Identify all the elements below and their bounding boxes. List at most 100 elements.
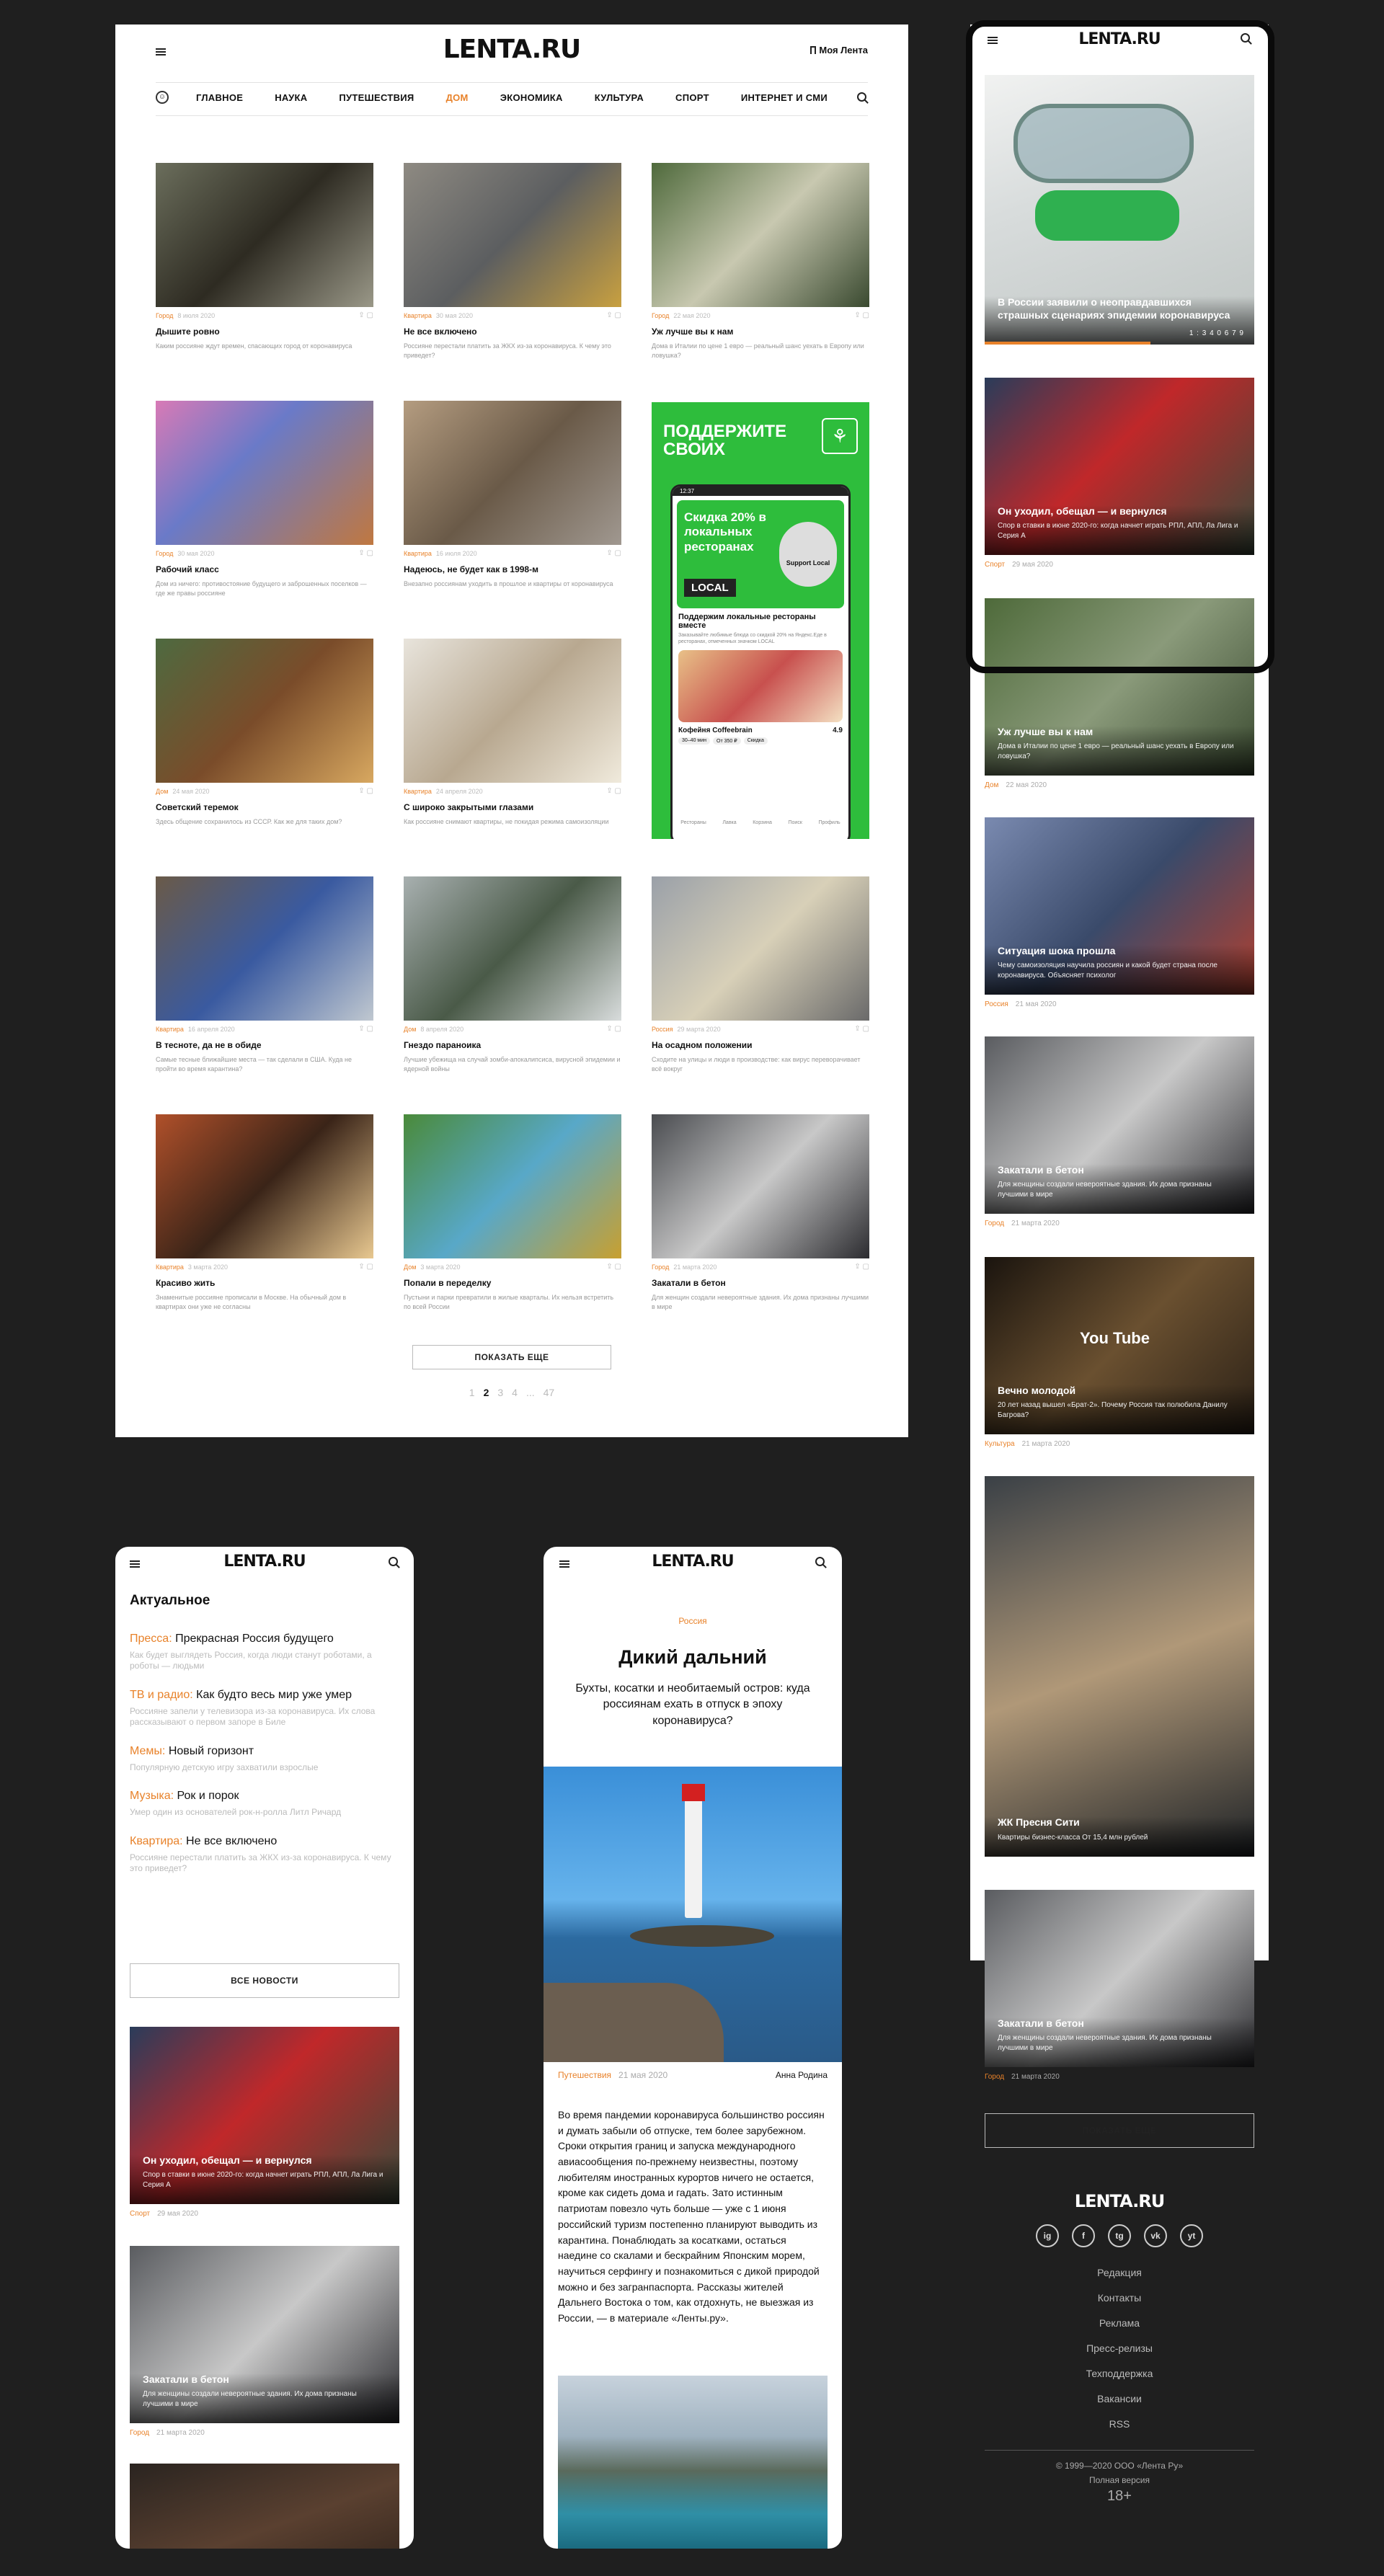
card-rubric[interactable]: Город [156,312,173,319]
yt-icon[interactable]: yt [1180,2224,1203,2247]
card-title[interactable]: Не все включено [404,327,621,337]
share-bookmark-icon[interactable]: ⇪ ▢ [606,1025,621,1033]
card-rubric[interactable]: Город [652,1263,669,1271]
card-image[interactable] [130,2464,399,2549]
card-rubric[interactable]: Город [652,312,669,319]
app-tab[interactable]: Рестораны [680,820,706,825]
card-title[interactable]: Рабочий класс [156,564,373,574]
topic-title[interactable]: Рок и порок [177,1790,239,1802]
article-card[interactable]: Дом 8 апреля 2020 ⇪ ▢ Гнездо параноика Лучши… [404,876,621,1073]
show-more-button[interactable]: ПОКАЗАТЬ ЕЩЕ [412,1345,611,1369]
app-tab[interactable]: Корзина [753,820,772,825]
card-rubric[interactable]: Квартира [156,1026,184,1033]
card-rubric[interactable]: Квартира [404,788,432,795]
share-bookmark-icon[interactable]: ⇪ ▢ [854,1263,869,1271]
topic-item[interactable]: ТВ и радио: Как будто весь мир уже умер Р… [130,1688,399,1728]
topic-title[interactable]: Как будто весь мир уже умер [196,1689,352,1701]
share-bookmark-icon[interactable]: ⇪ ▢ [358,549,373,557]
card-title[interactable]: Закатали в бетон [652,1278,869,1288]
card-title[interactable]: С широко закрытыми глазами [404,802,621,812]
nav-item[interactable]: ГЛАВНОЕ [196,92,243,103]
card-rubric[interactable]: Дом [404,1026,416,1033]
card-rubric[interactable]: Квартира [404,550,432,557]
all-news-button[interactable]: ВСЕ НОВОСТИ [130,1963,399,1998]
feed-card[interactable]: You Tube Вечно молодой 20 лет назад вышел … [985,1257,1254,1448]
card-rubric[interactable]: Культура [985,1440,1015,1448]
footer-logo[interactable]: LENTA.RU [970,2191,1269,2211]
full-version-link[interactable]: Полная версия [970,2475,1269,2485]
page-link[interactable]: 1 [469,1387,475,1398]
card-rubric[interactable]: Город [985,2073,1004,2081]
article-card[interactable]: Город 30 мая 2020 ⇪ ▢ Рабочий класс Дом из н… [156,401,373,598]
card-rubric[interactable]: Квартира [156,1263,184,1271]
share-bookmark-icon[interactable]: ⇪ ▢ [606,311,621,319]
share-bookmark-icon[interactable]: ⇪ ▢ [854,1025,869,1033]
meta-rubric[interactable]: Путешествия [558,2070,611,2080]
article-card[interactable]: Дом 3 марта 2020 ⇪ ▢ Попали в переделку Пуст… [404,1114,621,1311]
share-bookmark-icon[interactable]: ⇪ ▢ [358,1025,373,1033]
topic-title[interactable]: Прекрасная Россия будущего [175,1633,334,1645]
card-title[interactable]: Попали в переделку [404,1278,621,1288]
page-link[interactable]: 47 [544,1387,555,1398]
article-card[interactable]: Квартира 16 апреля 2020 ⇪ ▢ В тесноте, да н… [156,876,373,1073]
news-card[interactable]: Закатали в бетон Для женщины создали неве… [130,2246,399,2437]
article-card[interactable]: Квартира 3 марта 2020 ⇪ ▢ Красиво жить Знаме… [156,1114,373,1311]
card-title[interactable]: Советский теремок [156,802,373,812]
page-link[interactable]: 2 [484,1387,489,1398]
article-card[interactable]: Квартира 30 мая 2020 ⇪ ▢ Не все включено Рос… [404,163,621,360]
footer-link[interactable]: Техподдержка [970,2361,1269,2386]
topic-title[interactable]: Не все включено [186,1835,277,1847]
article-card[interactable]: Квартира 24 апреля 2020 ⇪ ▢ С широко закрыт… [404,639,621,827]
share-bookmark-icon[interactable]: ⇪ ▢ [854,311,869,319]
site-logo[interactable]: LENTA.RU [115,1553,414,1571]
share-bookmark-icon[interactable]: ⇪ ▢ [606,549,621,557]
article-author[interactable]: Анна Родина [776,2070,828,2080]
topic-rubric[interactable]: Квартира: [130,1835,183,1847]
topic-rubric[interactable]: Музыка: [130,1790,174,1802]
card-rubric[interactable]: Дом [985,781,998,789]
card-rubric[interactable]: Квартира [404,312,432,319]
footer-link[interactable]: RSS [970,2412,1269,2437]
f-icon[interactable]: f [1072,2224,1095,2247]
feed-card[interactable]: ЖК Пресня Сити Квартиры бизнес-класса От … [985,1476,1254,1857]
app-tab[interactable]: Профиль [818,820,840,825]
footer-link[interactable]: Вакансии [970,2386,1269,2412]
card-title[interactable]: Красиво жить [156,1278,373,1288]
topic-rubric[interactable]: Мемы: [130,1745,165,1757]
footer-link[interactable]: Пресс-релизы [970,2336,1269,2361]
share-bookmark-icon[interactable]: ⇪ ▢ [358,1263,373,1271]
my-lenta-link[interactable]: Моя Лента [810,45,868,55]
nav-item[interactable]: СПОРТ [675,92,709,103]
topic-item[interactable]: Музыка: Рок и порок Умер один из основате… [130,1789,399,1818]
search-icon[interactable] [857,92,866,105]
card-title[interactable]: Надеюсь, не будет как в 1998-м [404,564,621,574]
card-rubric[interactable]: Город [985,1220,1004,1227]
topic-item[interactable]: Мемы: Новый горизонт Популярную детскую и… [130,1744,399,1773]
nav-item[interactable]: НАУКА [275,92,307,103]
card-title[interactable]: Уж лучше вы к нам [652,327,869,337]
topic-rubric[interactable]: ТВ и радио: [130,1689,193,1701]
card-title[interactable]: В тесноте, да не в обиде [156,1040,373,1050]
ig-icon[interactable]: ig [1036,2224,1059,2247]
card-title[interactable]: Гнездо параноика [404,1040,621,1050]
nav-item[interactable]: ЭКОНОМИКА [500,92,563,103]
article-card[interactable]: Город 22 мая 2020 ⇪ ▢ Уж лучше вы к нам Дома… [652,163,869,360]
nav-item[interactable]: КУЛЬТУРА [595,92,644,103]
article-rubric[interactable]: Россия [544,1616,842,1626]
vk-icon[interactable]: vk [1144,2224,1167,2247]
share-bookmark-icon[interactable]: ⇪ ▢ [358,787,373,795]
card-rubric[interactable]: Дом [156,788,168,795]
app-tab[interactable]: Поиск [788,820,802,825]
page-link[interactable]: ... [526,1387,535,1398]
share-bookmark-icon[interactable]: ⇪ ▢ [358,311,373,319]
share-bookmark-icon[interactable]: ⇪ ▢ [606,1263,621,1271]
topic-title[interactable]: Новый горизонт [169,1745,254,1757]
footer-link[interactable]: Контакты [970,2286,1269,2311]
feed-card[interactable]: Ситуация шока прошла Чему самоизоляция на… [985,817,1254,1008]
app-tab[interactable]: Лавка [722,820,736,825]
card-rubric[interactable]: Россия [985,1000,1008,1008]
card-title[interactable]: Дышите ровно [156,327,373,337]
card-rubric[interactable]: Город [156,550,173,557]
card-title[interactable]: На осадном положении [652,1040,869,1050]
article-card[interactable]: Квартира 16 июля 2020 ⇪ ▢ Надеюсь, не будет… [404,401,621,589]
